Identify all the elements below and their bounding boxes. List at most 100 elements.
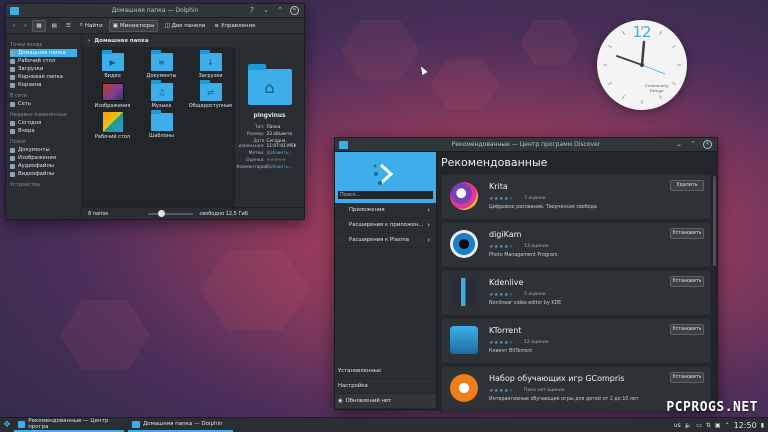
- places-item[interactable]: Изображения: [10, 154, 77, 162]
- nav-bottom-item[interactable]: ◉ Обновлений нет: [335, 394, 436, 409]
- network-icon[interactable]: ⇅: [706, 422, 711, 429]
- rating-stars: ★★★★★: [489, 244, 514, 250]
- app-name: Набор обучающих игр GCompris: [489, 374, 625, 383]
- wallpaper-hex: [340, 20, 420, 80]
- app-card[interactable]: Kdenlive ★★★★★ 5 оценок Nonlinear video edi…: [441, 270, 711, 315]
- add-tags-link[interactable]: Добавить...: [267, 151, 303, 156]
- places-item[interactable]: Рабочий стол: [10, 57, 77, 65]
- file-item[interactable]: ↓ Загрузки: [186, 50, 235, 81]
- places-item[interactable]: Домашняя папка: [10, 49, 77, 57]
- close-icon[interactable]: ✕: [703, 140, 712, 149]
- dolphin-titlebar[interactable]: Домашняя папка — Dolphin ? ⌄ ⌃ ✕: [6, 4, 304, 18]
- nav-bottom-item[interactable]: Настройка: [335, 379, 436, 394]
- app-icon: [450, 278, 478, 306]
- app-card[interactable]: Krita ★★★★★ 7 оценок Цифровое рисование. Тв…: [441, 174, 711, 219]
- place-icon: [10, 155, 15, 161]
- places-item-label: Корзина: [18, 82, 42, 88]
- install-button[interactable]: Установить: [670, 276, 704, 287]
- file-item[interactable]: ⇄ Общедоступные: [186, 80, 235, 111]
- places-item-label: Корневая папка: [18, 74, 63, 80]
- volume-icon[interactable]: 🔈: [685, 422, 692, 429]
- app-card[interactable]: digiKam ★★★★★ 13 оценок Photo Management Pr…: [441, 222, 711, 267]
- discover-window[interactable]: Рекомендованные — Центр программ Discove…: [334, 137, 718, 411]
- chevron-right-icon: ›: [88, 38, 91, 44]
- places-item-label: Аудиофайлы: [18, 163, 54, 169]
- file-item[interactable]: Рабочий стол: [88, 111, 137, 141]
- places-item[interactable]: Загрузки: [10, 65, 77, 73]
- nav-item-label: Установленные: [338, 368, 382, 374]
- folder-symbol: ⇄: [207, 87, 214, 97]
- forward-icon[interactable]: ›: [21, 20, 29, 32]
- task-dolphin[interactable]: Домашняя папка — Dolphin: [128, 419, 233, 432]
- notifications-icon[interactable]: ▣: [715, 422, 721, 429]
- folder-icon: ▶: [101, 50, 124, 71]
- breadcrumb[interactable]: › Домашняя папка: [82, 35, 304, 47]
- add-comment-link[interactable]: Добавить...: [267, 165, 303, 170]
- file-name: Музыка: [151, 103, 172, 109]
- place-icon: [10, 163, 15, 169]
- maximize-icon[interactable]: ⌃: [689, 140, 697, 149]
- analog-clock-widget[interactable]: 12 Community Design: [597, 20, 687, 110]
- file-name: Изображения: [94, 103, 131, 109]
- minimize-icon[interactable]: ⌄: [262, 6, 270, 15]
- clock-time[interactable]: 12:50: [734, 421, 757, 430]
- minimize-icon[interactable]: ⌄: [675, 140, 683, 149]
- places-item[interactable]: Сеть: [10, 100, 77, 108]
- remove-button[interactable]: Удалить: [670, 180, 704, 191]
- file-item[interactable]: Шаблоны: [137, 110, 186, 141]
- keyboard-layout[interactable]: us: [674, 422, 681, 429]
- place-icon: [10, 128, 15, 134]
- wallpaper-hex: [60, 300, 150, 370]
- nav-item[interactable]: Приложения ›: [335, 203, 436, 218]
- install-button[interactable]: Установить: [670, 324, 704, 335]
- places-item[interactable]: Вчера: [10, 127, 77, 135]
- file-item[interactable]: ▶ Видео: [88, 50, 137, 81]
- show-desktop-icon[interactable]: ▮: [761, 422, 764, 429]
- places-item[interactable]: Корневая папка: [10, 73, 77, 81]
- places-item[interactable]: Сегодня: [10, 119, 77, 127]
- app-description: Клиент BitTorrent: [489, 349, 533, 354]
- place-icon: [10, 147, 15, 153]
- thumbnails-button[interactable]: ▣ Миниатюры: [108, 19, 159, 32]
- dolphin-window[interactable]: Домашняя папка — Dolphin ? ⌄ ⌃ ✕ ‹ › ▦ ▤…: [5, 3, 305, 220]
- zoom-slider-knob[interactable]: [158, 209, 166, 217]
- expand-tray-icon[interactable]: ⌃: [725, 422, 730, 429]
- zoom-slider[interactable]: [148, 209, 194, 217]
- details-view-icon[interactable]: ☰: [63, 20, 74, 32]
- help-icon[interactable]: ?: [248, 6, 256, 15]
- file-item[interactable]: ♫ Музыка: [137, 80, 186, 111]
- file-name: Шаблоны: [149, 133, 174, 139]
- split-button[interactable]: ◫ Две панели: [161, 20, 208, 32]
- clipboard-icon[interactable]: ▭: [696, 422, 702, 429]
- rating-stars[interactable]: ☆☆☆☆☆: [267, 158, 303, 163]
- close-icon[interactable]: ✕: [290, 6, 299, 15]
- task-discover[interactable]: Рекомендованные — Центр програ: [14, 418, 124, 432]
- info-key: Комментарий:: [236, 165, 270, 170]
- scrollbar[interactable]: [713, 176, 716, 266]
- install-button[interactable]: Установить: [670, 372, 704, 383]
- file-item[interactable]: Изображения: [88, 81, 137, 111]
- places-item[interactable]: Корзина: [10, 81, 77, 89]
- nav-item[interactable]: Расширения к приложен... ›: [335, 218, 436, 233]
- nav-bottom-item[interactable]: Установленные: [335, 364, 436, 379]
- find-button[interactable]: ⌕ Найти: [77, 20, 106, 32]
- icons-view-icon[interactable]: ▦: [32, 19, 46, 32]
- review-count: 7 оценок: [524, 196, 546, 201]
- kde-launcher-icon[interactable]: ❖: [0, 420, 14, 430]
- places-item[interactable]: Видеофайлы: [10, 170, 77, 178]
- app-card[interactable]: KTorrent ★★★★★ 12 оценок Клиент BitTorrent У…: [441, 318, 711, 363]
- places-item-label: Вчера: [18, 128, 35, 134]
- discover-titlebar[interactable]: Рекомендованные — Центр программ Discove…: [335, 138, 717, 152]
- back-icon[interactable]: ‹: [10, 20, 18, 32]
- maximize-icon[interactable]: ⌃: [276, 6, 284, 15]
- places-item[interactable]: Аудиофайлы: [10, 162, 77, 170]
- chevron-right-icon: ›: [427, 221, 430, 229]
- places-item[interactable]: Документы: [10, 146, 77, 154]
- compact-view-icon[interactable]: ▤: [49, 20, 60, 32]
- control-button[interactable]: ≡ Управление: [211, 20, 258, 32]
- info-key: Метки:: [248, 151, 265, 156]
- nav-item[interactable]: Расширения к Plasma ›: [335, 233, 436, 248]
- search-input[interactable]: Поиск...: [337, 190, 434, 200]
- file-item[interactable]: ≡ Документы: [137, 50, 186, 81]
- install-button[interactable]: Установить: [670, 228, 704, 239]
